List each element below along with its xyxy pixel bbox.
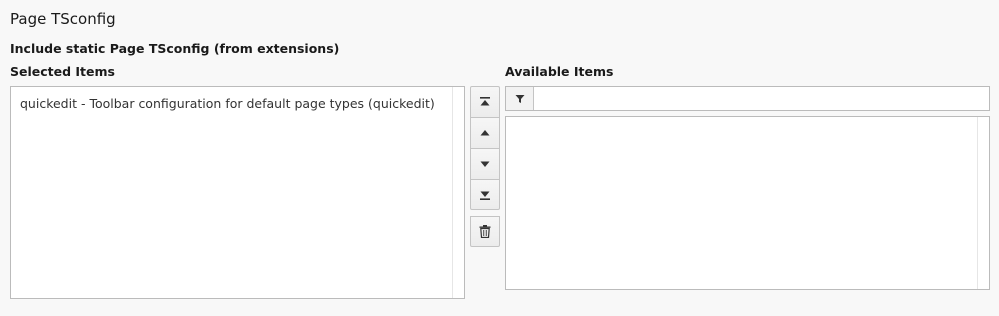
filter-input[interactable]: [534, 87, 989, 110]
trash-icon: [479, 225, 491, 238]
available-items-list[interactable]: [505, 116, 990, 290]
selected-items-list[interactable]: quickedit - Toolbar configuration for de…: [10, 86, 465, 299]
move-to-bottom-button[interactable]: [470, 179, 500, 210]
move-to-bottom-icon: [479, 189, 491, 201]
section-title: Page TSconfig: [10, 10, 116, 28]
available-list-scrollbar[interactable]: [977, 117, 989, 289]
move-up-icon: [479, 127, 491, 139]
move-down-button[interactable]: [470, 148, 500, 179]
selected-item-quickedit[interactable]: quickedit - Toolbar configuration for de…: [11, 87, 464, 112]
remove-item-button[interactable]: [470, 216, 500, 247]
available-items-label: Available Items: [505, 64, 614, 79]
selected-list-scrollbar[interactable]: [452, 87, 464, 298]
move-down-icon: [479, 158, 491, 170]
move-up-button[interactable]: [470, 117, 500, 148]
available-items-filter: [505, 86, 990, 111]
move-to-top-icon: [479, 96, 491, 108]
field-label: Include static Page TSconfig (from exten…: [10, 41, 340, 56]
move-to-top-button[interactable]: [470, 86, 500, 117]
selected-items-label: Selected Items: [10, 64, 115, 79]
item-move-controls: [470, 86, 500, 247]
filter-icon: [506, 87, 534, 110]
